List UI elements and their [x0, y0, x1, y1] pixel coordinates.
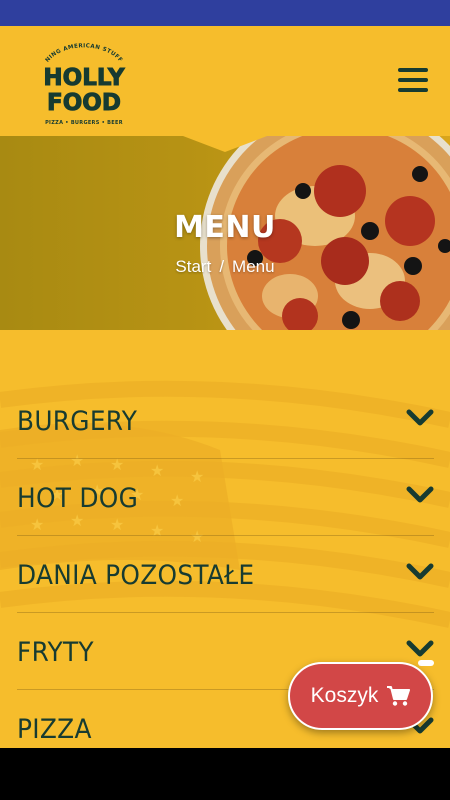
logo-tagline: PIZZA • BURGERS • BEER — [45, 120, 123, 126]
logo-line1: HOLLY — [43, 65, 125, 91]
hero-banner: MENU Start / Menu — [0, 136, 450, 330]
category-label: BURGERY — [17, 406, 138, 437]
chevron-down-icon — [406, 409, 434, 426]
holly-food-logo[interactable]: DINING AMERICAN STUFFIN HOLLY FOOD PIZZA… — [34, 40, 134, 128]
menu-line — [398, 68, 428, 72]
category-label: HOT DOG — [17, 483, 139, 514]
logo-line2: FOOD — [47, 90, 121, 116]
shopping-cart-icon — [386, 685, 411, 707]
logo-arc-text: DINING AMERICAN STUFFIN — [34, 40, 123, 64]
category-burgery[interactable]: BURGERY — [17, 382, 434, 459]
menu-line — [398, 88, 428, 92]
logo-graphic: DINING AMERICAN STUFFIN HOLLY FOOD PIZZA… — [34, 40, 125, 126]
cart-label: Koszyk — [310, 684, 379, 707]
breadcrumb-start-link[interactable]: Start — [175, 257, 211, 276]
chevron-down-icon — [406, 640, 434, 657]
category-label: FRYTY — [17, 637, 94, 668]
breadcrumb: Start / Menu — [0, 257, 450, 277]
category-label: DANIA POZOSTAŁE — [17, 560, 255, 591]
page-title: MENU — [174, 210, 276, 245]
category-dania-pozostale[interactable]: DANIA POZOSTAŁE — [17, 536, 434, 613]
system-navigation-bar — [0, 748, 450, 800]
site-header: DINING AMERICAN STUFFIN HOLLY FOOD PIZZA… — [0, 26, 450, 136]
breadcrumb-separator: / — [219, 257, 225, 276]
svg-text:DINING AMERICAN STUFFIN: DINING AMERICAN STUFFIN — [34, 40, 123, 64]
header-notch — [183, 136, 267, 152]
status-bar — [0, 0, 450, 26]
scroll-indicator — [418, 660, 434, 666]
chevron-down-icon — [406, 563, 434, 580]
category-hot-dog[interactable]: HOT DOG — [17, 459, 434, 536]
hamburger-menu-icon[interactable] — [398, 68, 428, 94]
breadcrumb-current: Menu — [232, 257, 275, 276]
cart-button[interactable]: Koszyk — [288, 662, 433, 730]
menu-line — [398, 78, 428, 82]
category-label: PIZZA — [17, 714, 92, 745]
chevron-down-icon — [406, 486, 434, 503]
